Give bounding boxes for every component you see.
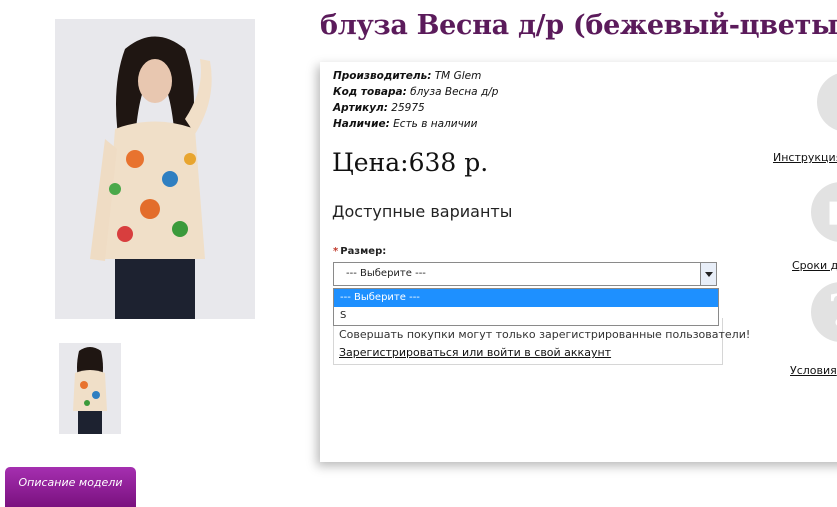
delivery-terms-link[interactable]: Сроки до (792, 259, 837, 272)
size-select-value: --- Выберите --- (346, 268, 426, 279)
sku-label: Артикул: (333, 102, 388, 114)
size-label-text: Размер: (340, 246, 387, 257)
size-option-s[interactable]: S (334, 307, 718, 325)
code-label: Код товара: (333, 86, 407, 98)
product-thumbnail[interactable] (59, 343, 121, 434)
manufacturer-row: Производитель: TM Glem (333, 68, 498, 84)
size-dropdown-list[interactable]: --- Выберите --- S (333, 288, 719, 326)
required-mark: * (333, 246, 339, 257)
product-main-image[interactable] (55, 19, 255, 319)
instruction-link[interactable]: Инструкция (773, 151, 837, 164)
info-icon[interactable]: i (817, 72, 837, 132)
size-label: * Размер: (333, 246, 386, 257)
sku-value: 25975 (391, 102, 425, 114)
availability-label: Наличие: (333, 118, 390, 130)
manufacturer-label: Производитель: (333, 70, 432, 82)
thumbnail-photo (59, 343, 121, 434)
availability-row: Наличие: Есть в наличии (333, 116, 498, 132)
conditions-link[interactable]: Условия (790, 364, 837, 377)
variants-heading: Доступные варианты (332, 202, 513, 221)
sku-row: Артикул: 25975 (333, 100, 498, 116)
login-link[interactable]: Зарегистрироваться или войти в свой акка… (339, 346, 611, 359)
registration-notice: Совершать покупки могут только зарегистр… (339, 328, 751, 341)
truck-icon[interactable]: ■ (811, 182, 837, 242)
availability-value: Есть в наличии (393, 118, 478, 130)
manufacturer-value[interactable]: TM Glem (435, 70, 482, 82)
code-row: Код товара: блуза Весна д/р (333, 84, 498, 100)
code-value: блуза Весна д/р (410, 86, 499, 98)
size-select[interactable]: --- Выберите --- (333, 262, 717, 286)
tab-description[interactable]: Описание модели (5, 467, 136, 507)
model-photo (55, 19, 255, 319)
product-info-panel: Производитель: TM Glem Код товара: блуза… (320, 62, 837, 462)
product-price: Цена:638 р. (332, 148, 489, 177)
product-title: блуза Весна д/р (бежевый-цветы) (320, 10, 837, 41)
product-meta: Производитель: TM Glem Код товара: блуза… (333, 68, 498, 132)
chevron-down-icon[interactable] (700, 263, 716, 285)
question-icon[interactable]: ? (811, 282, 837, 342)
size-option-placeholder[interactable]: --- Выберите --- (334, 289, 718, 307)
